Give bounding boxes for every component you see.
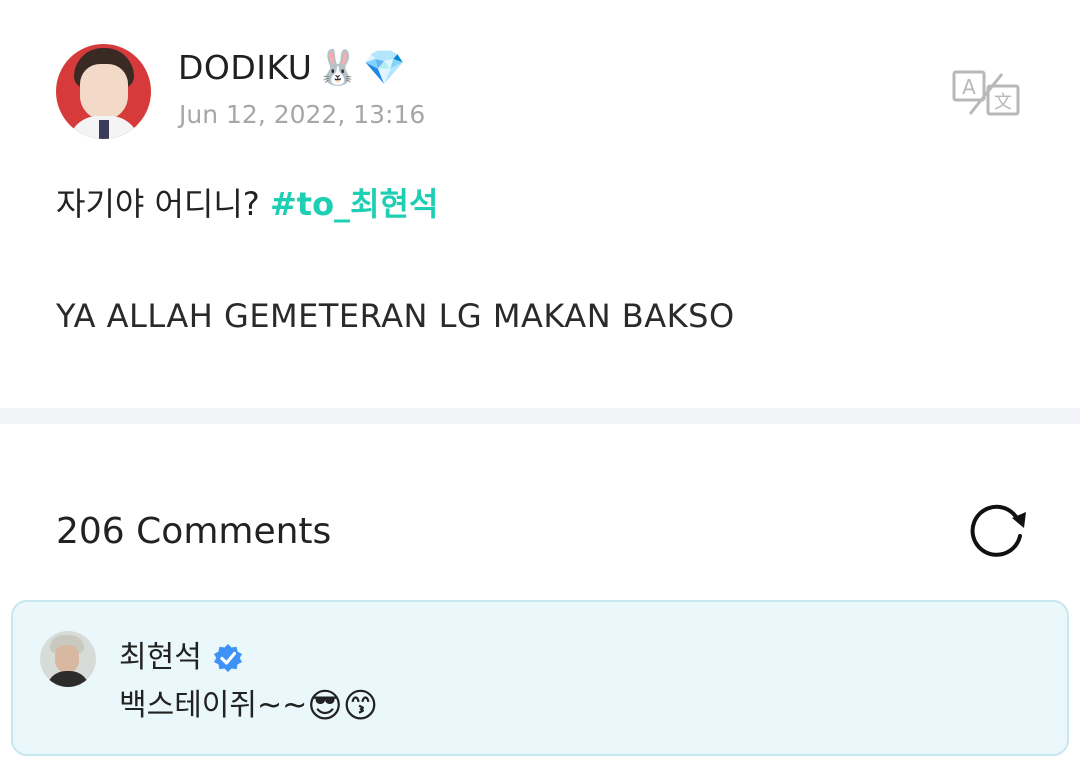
post-date: Jun 12, 2022, 13:16 xyxy=(179,100,426,129)
comments-header: 206 Comments xyxy=(0,424,1080,594)
author-name-row[interactable]: DODIKU 🐰 💎 xyxy=(178,48,406,88)
kissing-emoji-icon: 😙 xyxy=(342,686,379,726)
comment-text-row: 백스테이쥐~~ 😎 😙 xyxy=(119,686,378,726)
commenter-name-row[interactable]: 최현석 xyxy=(119,638,244,678)
avatar-face xyxy=(80,64,128,120)
avatar-face xyxy=(55,645,79,673)
svg-text:A: A xyxy=(962,75,976,99)
comment-card[interactable]: 최현석 백스테이쥐~~ 😎 😙 xyxy=(11,600,1069,756)
author-avatar[interactable] xyxy=(56,44,151,139)
post-text-line2: YA ALLAH GEMETERAN LG MAKAN BAKSO xyxy=(56,297,735,335)
section-divider xyxy=(0,408,1080,424)
comment-text: 백스테이쥐~~ xyxy=(119,688,308,723)
translate-icon[interactable]: A 文 xyxy=(952,70,1022,118)
author-name[interactable]: DODIKU xyxy=(178,48,312,88)
commenter-name[interactable]: 최현석 xyxy=(119,638,202,678)
verified-icon xyxy=(213,644,242,672)
rabbit-badge-icon: 🐰 xyxy=(316,48,360,88)
refresh-icon[interactable] xyxy=(968,502,1030,558)
avatar-tie xyxy=(99,120,109,139)
hashtag-link[interactable]: #to_최현석 xyxy=(270,185,438,223)
commenter-avatar[interactable] xyxy=(40,631,96,687)
post: DODIKU 🐰 💎 Jun 12, 2022, 13:16 A 文 자기야 어… xyxy=(0,0,1080,408)
svg-text:文: 文 xyxy=(994,92,1012,113)
diamond-badge-icon: 💎 xyxy=(363,48,407,88)
avatar-body xyxy=(46,671,90,687)
post-text: 자기야 어디니? xyxy=(56,185,270,223)
post-text-line1: 자기야 어디니? #to_최현석 xyxy=(56,184,438,224)
sunglasses-emoji-icon: 😎 xyxy=(307,686,343,726)
comments-count: 206 Comments xyxy=(56,511,332,552)
